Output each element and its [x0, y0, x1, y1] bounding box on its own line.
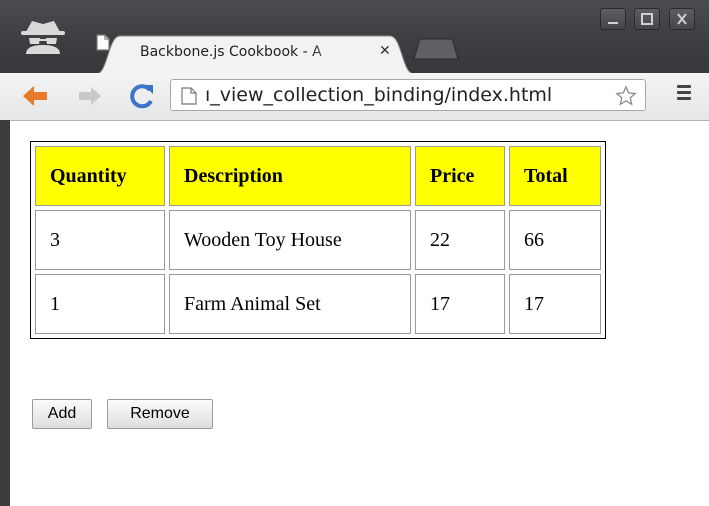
- new-tab-button[interactable]: [412, 38, 460, 60]
- page-icon: [96, 34, 110, 51]
- forward-arrow-icon[interactable]: [76, 81, 104, 111]
- cell-quantity: 1: [35, 274, 165, 334]
- back-arrow-icon[interactable]: [20, 81, 50, 111]
- address-bar[interactable]: ı_view_collection_binding/index.html: [170, 79, 646, 111]
- address-text[interactable]: ı_view_collection_binding/index.html: [205, 84, 552, 106]
- star-icon[interactable]: [615, 85, 637, 107]
- cell-price: 22: [415, 210, 505, 270]
- column-header-description: Description: [169, 146, 411, 206]
- cell-description: Wooden Toy House: [169, 210, 411, 270]
- tab-active[interactable]: Backbone.js Cookbook - A ✕: [96, 34, 414, 74]
- window-close-button[interactable]: [669, 8, 695, 30]
- window-maximize-button[interactable]: [634, 8, 660, 30]
- cell-description: Farm Animal Set: [169, 274, 411, 334]
- column-header-total: Total: [509, 146, 601, 206]
- table-row: 3 Wooden Toy House 22 66: [35, 210, 601, 270]
- browser-titlebar: Backbone.js Cookbook - A ✕: [0, 0, 709, 74]
- incognito-icon: [21, 21, 65, 54]
- window-frame-left: [0, 120, 10, 506]
- page-icon: [181, 87, 197, 105]
- invoice-table: Quantity Description Price Total 3 Woode…: [30, 141, 606, 339]
- reload-icon[interactable]: [128, 81, 156, 111]
- cell-quantity: 3: [35, 210, 165, 270]
- cell-total: 17: [509, 274, 601, 334]
- close-icon[interactable]: ✕: [379, 43, 391, 59]
- table-header-row: Quantity Description Price Total: [35, 146, 601, 206]
- column-header-quantity: Quantity: [35, 146, 165, 206]
- tab-title: Backbone.js Cookbook - A: [140, 44, 322, 60]
- window-minimize-button[interactable]: [600, 8, 626, 30]
- cell-price: 17: [415, 274, 505, 334]
- page-content: Quantity Description Price Total 3 Woode…: [10, 121, 709, 506]
- column-header-price: Price: [415, 146, 505, 206]
- table-row: 1 Farm Animal Set 17 17: [35, 274, 601, 334]
- add-button[interactable]: Add: [32, 399, 92, 429]
- browser-toolbar: ı_view_collection_binding/index.html: [0, 73, 709, 121]
- menu-icon[interactable]: [677, 85, 691, 103]
- cell-total: 66: [509, 210, 601, 270]
- remove-button[interactable]: Remove: [107, 399, 213, 429]
